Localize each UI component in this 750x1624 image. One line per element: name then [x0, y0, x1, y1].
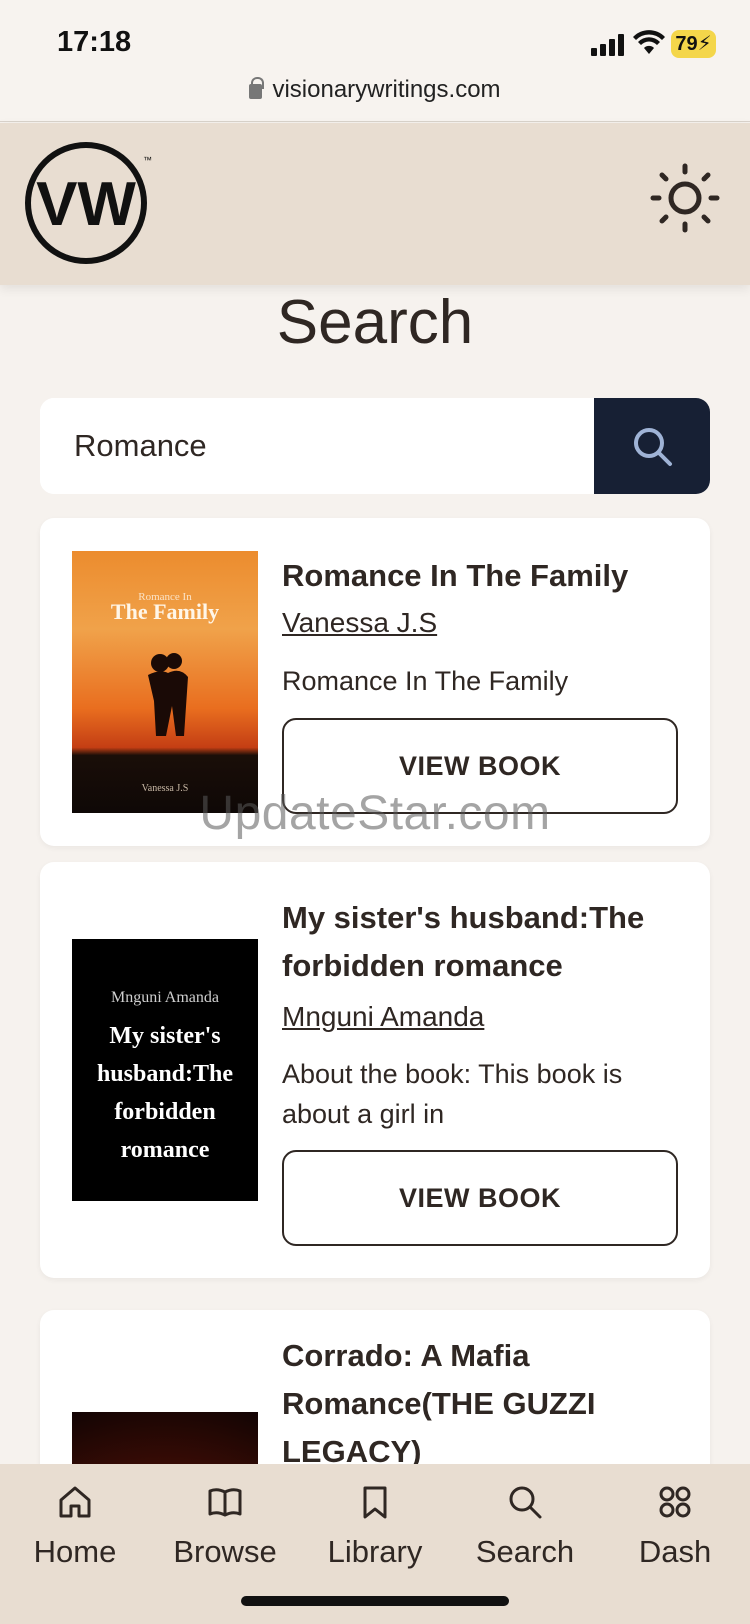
search-icon — [509, 1486, 542, 1519]
book-title[interactable]: My sister's husband:The forbidden romanc… — [282, 894, 682, 990]
home-icon — [59, 1486, 91, 1518]
url-bar[interactable]: visionarywritings.com — [0, 76, 750, 104]
sun-icon[interactable] — [648, 161, 722, 235]
view-book-button[interactable]: VIEW BOOK — [282, 1150, 678, 1246]
lock-icon — [249, 77, 265, 99]
search-input[interactable] — [40, 398, 595, 494]
status-time: 17:18 — [57, 26, 132, 58]
nav-label: Library — [327, 1534, 423, 1569]
book-author-link[interactable]: Mnguni Amanda — [282, 1001, 484, 1033]
book-title[interactable]: Romance In The Family — [282, 552, 682, 600]
nav-label: Browse — [173, 1534, 277, 1569]
page-title: Search — [276, 288, 474, 357]
status-bar: 17:18 79⚡ visionarywritings.com — [0, 0, 750, 122]
cover-title: The Family — [110, 599, 220, 624]
home-indicator — [241, 1596, 509, 1606]
cover-author: Mnguni Amanda — [111, 989, 219, 1006]
nav-search[interactable]: Search — [450, 1464, 600, 1584]
nav-library[interactable]: Library — [300, 1464, 450, 1584]
site-logo[interactable]: VW ™ — [23, 135, 153, 265]
url-text: visionarywritings.com — [272, 76, 501, 103]
book-cover[interactable]: Romance In The Family Vanessa J.S — [72, 551, 258, 813]
nav-browse[interactable]: Browse — [150, 1464, 300, 1584]
grid-icon — [659, 1486, 691, 1518]
nav-home[interactable]: Home — [0, 1464, 150, 1584]
wifi-icon — [633, 30, 665, 54]
result-card: Mnguni Amanda My sister's husband:The fo… — [40, 862, 710, 1278]
book-description: About the book: This book is about a gir… — [282, 1059, 623, 1129]
site-header: VW ™ — [0, 123, 750, 285]
nav-label: Search — [475, 1534, 575, 1569]
search-button[interactable] — [594, 398, 710, 494]
svg-text:™: ™ — [143, 155, 152, 165]
cover-title: My sister's husband:The forbidden romanc… — [96, 1023, 234, 1163]
nav-label: Dash — [638, 1534, 712, 1569]
nav-dash[interactable]: Dash — [600, 1464, 750, 1584]
nav-label: Home — [33, 1534, 117, 1569]
watermark: UpdateStar.com — [199, 787, 551, 840]
logo-text: VW — [36, 170, 136, 239]
cellular-signal-icon — [591, 34, 625, 56]
couple-silhouette — [148, 653, 188, 736]
book-description: Romance In The Family — [282, 666, 569, 696]
bookmark-icon — [363, 1486, 387, 1519]
book-title[interactable]: Corrado: A Mafia Romance(THE GUZZI LEGAC… — [282, 1332, 682, 1476]
book-author-link[interactable]: Vanessa J.S — [282, 607, 437, 639]
book-open-icon — [208, 1488, 242, 1517]
battery-indicator: 79⚡ — [671, 30, 716, 58]
search-bar — [40, 398, 710, 494]
search-icon — [634, 428, 672, 466]
book-cover[interactable]: Mnguni Amanda My sister's husband:The fo… — [72, 939, 258, 1201]
